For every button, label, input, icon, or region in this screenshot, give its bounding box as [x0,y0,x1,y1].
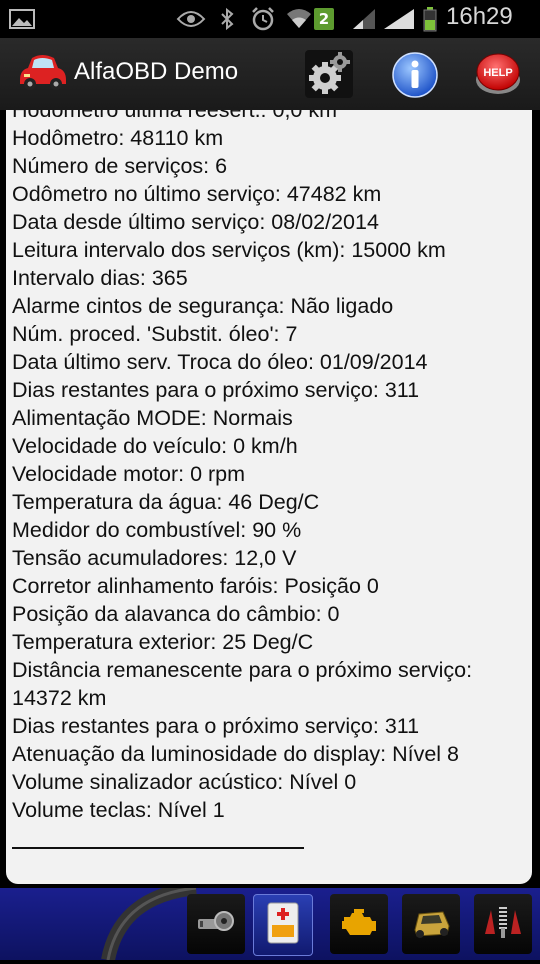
signal-icon [350,6,378,32]
info-row: Data último serv. Troca do óleo: 01/09/2… [12,350,428,374]
info-row: Alarme cintos de segurança: Não ligado [12,294,394,318]
info-row: Corretor alinhamento faróis: Posição 0 [12,574,379,598]
info-list: Hodômetro última reesert.: 0,0 km Hodômet… [12,110,527,824]
info-row: Velocidade motor: 0 rpm [12,462,246,486]
check-engine-icon [338,907,380,941]
info-row: Posição da alavanca do câmbio: 0 [12,602,340,626]
bottom-toolbar [0,881,540,962]
signal-icon [382,6,416,32]
info-row: Núm. proced. 'Substit. óleo': 7 [12,322,298,346]
info-row: Leitura intervalo dos serviços (km): 150… [12,238,446,262]
medical-kit-icon [266,901,300,949]
help-label: HELP [483,67,512,79]
car-top-view-icon [409,904,453,944]
info-row: Tensão acumuladores: 12,0 V [12,546,297,570]
help-icon[interactable]: HELP [474,50,522,98]
shock-absorber-icon [481,904,525,944]
info-row: Volume sinalizador acústico: Nível 0 [12,770,357,794]
car-logo-icon[interactable] [16,50,68,94]
tab-check-engine[interactable] [330,894,388,954]
info-row: Número de serviços: 6 [12,154,228,178]
divider [12,847,304,849]
clock: 16h29 [446,3,513,30]
info-row: Medidor do combustível: 90 % [12,518,302,542]
info-row: Dias restantes para o próximo serviço: 3… [12,714,420,738]
info-row: Data desde último serviço: 08/02/2014 [12,210,379,234]
tab-car-top-view[interactable] [402,894,460,954]
battery-icon [422,6,438,32]
tab-shock-absorber[interactable] [474,894,532,954]
alarm-icon [250,6,276,32]
info-row: Temperatura exterior: 25 Deg/C [12,630,314,654]
info-row: Intervalo dias: 365 [12,266,188,290]
bluetooth-icon [218,6,236,32]
info-row: Alimentação MODE: Normais [12,406,293,430]
tab-ignition-key[interactable] [187,894,245,954]
ignition-key-icon [196,907,236,941]
gauge-decoration [100,881,200,962]
status-bar: 2 16h29 [0,0,540,38]
info-row: Temperatura da água: 46 Deg/C [12,490,320,514]
info-row: Hodômetro última reesert.: 0,0 km [12,110,338,122]
settings-gear-icon[interactable] [305,50,353,98]
tab-medical-kit[interactable] [253,894,313,956]
info-icon[interactable] [392,52,438,98]
info-row: Hodômetro: 48110 km [12,126,224,150]
info-row: Dias restantes para o próximo serviço: 3… [12,378,420,402]
info-row: Volume teclas: Nível 1 [12,798,225,822]
gallery-icon [8,6,36,32]
wifi-icon [286,6,312,32]
info-row: Distância remanescente para o próximo se… [12,658,473,710]
app-title: AlfaOBD Demo [74,58,239,85]
info-row: Atenuação da luminosidade do display: Ní… [12,742,460,766]
info-panel[interactable]: Hodômetro última reesert.: 0,0 km Hodômet… [6,110,532,884]
eye-icon [176,6,206,32]
action-bar: AlfaOBD Demo HELP [0,38,540,110]
notification-badge: 2 [314,8,334,30]
info-row: Odômetro no último serviço: 47482 km [12,182,382,206]
info-row: Velocidade do veículo: 0 km/h [12,434,298,458]
